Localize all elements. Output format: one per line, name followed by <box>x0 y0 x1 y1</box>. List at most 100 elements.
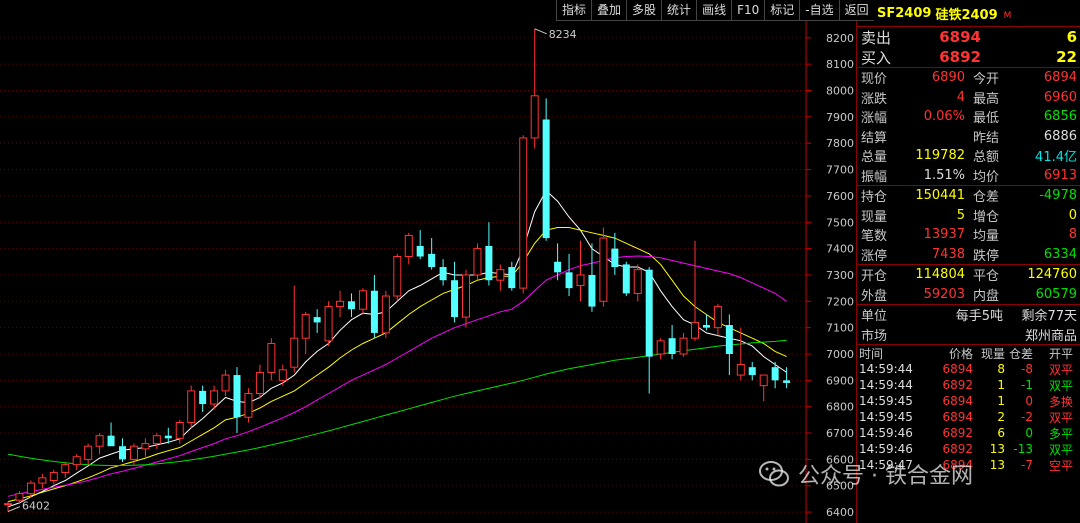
candle-body <box>358 290 367 310</box>
stat-value: 6960 <box>1043 89 1077 105</box>
stat-value: 0.06% <box>923 109 965 125</box>
candle-body <box>233 375 241 418</box>
candle-body <box>519 137 528 289</box>
stat-label: 仓差 <box>973 190 1000 206</box>
candle-body <box>4 503 12 506</box>
candle-body <box>611 248 619 268</box>
candle-body <box>748 367 756 376</box>
stat-label: 振幅 <box>861 169 888 185</box>
candle-body <box>119 446 126 460</box>
candle-body <box>702 325 710 328</box>
toolbar-watchlist-button[interactable]: -自选 <box>799 0 839 21</box>
max-marker-line <box>534 28 547 35</box>
y-tick-label: 7200 <box>826 295 854 308</box>
candle-body <box>713 306 722 329</box>
candle-body <box>129 445 138 460</box>
ask-label: 卖出 <box>861 28 892 47</box>
order-book: 卖出 6894 6 买入 6892 22 <box>857 27 1080 68</box>
price-stat-row: 总量 119782 总额 41.4亿 <box>857 146 1080 166</box>
stat-label: 最高 <box>973 91 1000 107</box>
tick-row: 14:59:46 6892 13 -13 双平 <box>857 441 1080 457</box>
tick-header: 时间 价格 现量 仓差 开平 <box>857 345 1080 361</box>
y-tick-label: 7000 <box>826 348 854 361</box>
watermark: 公众号 · 铁合金网 <box>758 458 973 490</box>
toolbar-back-button[interactable]: 返回 <box>838 0 874 21</box>
stat-value: 114804 <box>915 267 965 283</box>
bid-price: 6892 <box>939 48 981 66</box>
candle-body <box>771 367 779 381</box>
candle-body <box>599 237 608 302</box>
stat-label: 现量 <box>861 209 888 225</box>
tick-oi-change: 0 <box>1025 426 1033 440</box>
candle-body <box>462 274 470 318</box>
candle-body <box>164 435 172 439</box>
tick-header-oi-change: 仓差 <box>1008 346 1033 361</box>
toolbar-indicator-button[interactable]: 指标 <box>556 0 592 21</box>
stat-value: 6890 <box>931 70 965 86</box>
candle-body <box>381 295 390 334</box>
candle-body <box>221 374 230 392</box>
y-tick-label: 7900 <box>826 111 854 124</box>
candle-body <box>348 301 355 310</box>
toolbar-multi-stock-button[interactable]: 多股 <box>626 0 662 21</box>
y-tick-label: 8000 <box>826 85 854 98</box>
bid-volume: 22 <box>1056 48 1077 66</box>
toolbar-f10-button[interactable]: F10 <box>731 0 765 21</box>
tick-list[interactable]: 时间 价格 现量 仓差 开平 14:59:44 6894 8 -8 双平 14:59:44… <box>857 345 1080 473</box>
tick-price: 6894 <box>942 362 973 376</box>
market-row: 市场 郑州商品 <box>857 325 1080 345</box>
stat-value: 59203 <box>923 286 965 302</box>
candle-body <box>290 337 299 368</box>
candle-body <box>152 435 161 445</box>
candle-body <box>428 253 436 268</box>
candle-body <box>313 317 321 323</box>
tick-volume: 2 <box>997 410 1005 424</box>
stat-label: 外盘 <box>861 288 888 304</box>
tick-oi-change: 0 <box>1025 394 1033 408</box>
stat-value: 5 <box>956 207 965 223</box>
candlestick-chart[interactable]: 8200 8100 8000 7900 7800 7700 7600 7500 7400 7300… <box>0 0 855 523</box>
tick-price: 6892 <box>942 426 973 440</box>
kline-chart-area[interactable]: 8200 8100 8000 7900 7800 7700 7600 7500 7400 7300… <box>0 0 874 523</box>
price-stat-row: 现价 6890 今开 6894 <box>857 68 1080 88</box>
candle-body <box>336 300 345 308</box>
candle-body <box>530 95 539 139</box>
candle-body <box>199 390 207 405</box>
tick-time: 14:59:46 <box>859 426 913 440</box>
toolbar-drawing-button[interactable]: 画线 <box>696 0 732 21</box>
tick-oi-change: -7 <box>1021 458 1033 472</box>
bid-row: 买入 6892 22 <box>857 47 1080 67</box>
stat-value: 60579 <box>1035 286 1077 302</box>
price-stat-row: 涨跌 4 最高 6960 <box>857 88 1080 108</box>
candle-body <box>622 264 630 294</box>
stat-value: 6886 <box>1043 128 1077 144</box>
y-tick-label: 6400 <box>826 506 854 519</box>
candle-body <box>301 313 310 339</box>
contract-name: 硅铁2409 <box>935 7 998 23</box>
candle-body <box>278 369 287 381</box>
price-stat-row: 结算 昨结 6886 <box>857 127 1080 147</box>
tick-time: 14:59:44 <box>859 362 913 376</box>
stat-value: 6334 <box>1043 246 1077 262</box>
stat-label: 内盘 <box>973 288 1000 304</box>
y-tick-label: 7800 <box>826 137 854 150</box>
open-close-stat-row: 外盘 59203 内盘 60579 <box>857 285 1080 305</box>
ask-row: 卖出 6894 6 <box>857 27 1080 47</box>
tick-oi-change: -1 <box>1021 378 1033 392</box>
y-tick-label: 7300 <box>826 269 854 282</box>
candle-body <box>656 340 665 355</box>
toolbar-mark-button[interactable]: 标记 <box>764 0 800 21</box>
candle-body <box>508 267 516 289</box>
candle-body <box>370 290 378 333</box>
position-stats: 持仓 150441 仓差 -4978 现量 5 增仓 0 笔数 13937 均量 8 涨停 7438 跌停 6… <box>857 186 1080 265</box>
tick-price: 6892 <box>942 378 973 392</box>
toolbar-statistics-button[interactable]: 统计 <box>661 0 697 21</box>
y-tick-label: 7600 <box>826 190 854 203</box>
stat-value: 0 <box>1068 207 1077 223</box>
price-stat-row: 涨幅 0.06% 最低 6856 <box>857 107 1080 127</box>
candle-body <box>95 435 104 447</box>
toolbar-overlay-button[interactable]: 叠加 <box>591 0 627 21</box>
open-close-stat-row: 开仓 114804 平仓 124760 <box>857 265 1080 285</box>
min-marker-line <box>7 506 21 513</box>
ask-price: 6894 <box>939 28 981 46</box>
